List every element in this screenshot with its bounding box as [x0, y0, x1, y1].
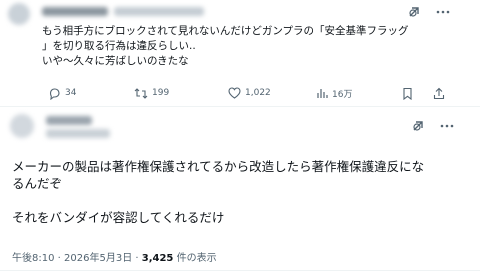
reply-button[interactable]: 34 [48, 86, 76, 100]
meta-separator: · [132, 253, 142, 264]
tweet-text-line: もう相手方にブロックされて見れないんだけどガンプラの「安全基準フラッグ [42, 25, 409, 37]
meta-separator: · [54, 253, 65, 264]
grok-icon[interactable] [406, 4, 422, 20]
user-handle[interactable] [46, 129, 110, 138]
reply-count: 34 [65, 88, 77, 98]
views-count: 16万 [332, 89, 353, 100]
reply-icon [48, 87, 61, 100]
user-name[interactable] [46, 116, 92, 125]
avatar[interactable] [10, 114, 34, 138]
tweet-actions: 34 199 1,022 16万 [48, 86, 468, 100]
divider [0, 270, 480, 271]
views-button[interactable]: 16万 [316, 86, 352, 100]
like-count: 1,022 [245, 88, 271, 98]
bookmark-icon [402, 87, 413, 100]
user-handle[interactable] [114, 7, 204, 16]
share-icon [433, 87, 445, 100]
views-icon [316, 87, 328, 99]
views-label: 件の表示 [173, 253, 217, 264]
tweet-text-line: 」を切り取る行為は違反らしい.. [42, 40, 196, 52]
reply-text-line: それをバンダイが容認してくれるだけ [12, 210, 225, 225]
like-icon [228, 87, 241, 99]
reply-text-line: メーカーの製品は著作権保護されてるから改造したら著作権保護違反にな [12, 159, 425, 174]
reply-text-line: るんだぞ [12, 176, 63, 191]
more-icon[interactable] [434, 4, 452, 20]
tweet-date[interactable]: 2026年5月3日 [64, 253, 132, 264]
like-button[interactable]: 1,022 [228, 86, 271, 100]
tweet-text: もう相手方にブロックされて見れないんだけどガンプラの「安全基準フラッグ 」を切り… [42, 24, 462, 69]
repost-count: 199 [152, 88, 170, 98]
divider [0, 106, 480, 107]
repost-icon [134, 87, 148, 100]
share-button[interactable] [433, 86, 445, 100]
views-count: 3,425 [141, 253, 174, 264]
repost-button[interactable]: 199 [134, 86, 169, 100]
tweet-meta: 午後8:10 · 2026年5月3日 · 3,425 件の表示 [12, 249, 217, 264]
tweet-time[interactable]: 午後8:10 [12, 253, 54, 264]
more-icon[interactable] [438, 118, 456, 134]
bookmark-button[interactable] [402, 86, 413, 100]
reply-text-line [12, 192, 472, 209]
grok-icon[interactable] [410, 118, 426, 134]
reply-text: メーカーの製品は著作権保護されてるから改造したら著作権保護違反にな るんだぞ そ… [12, 158, 472, 226]
tweet-text-line: いや〜久々に芳ばしいのきたな [42, 55, 189, 67]
avatar[interactable] [8, 3, 30, 25]
user-name[interactable] [42, 7, 108, 16]
